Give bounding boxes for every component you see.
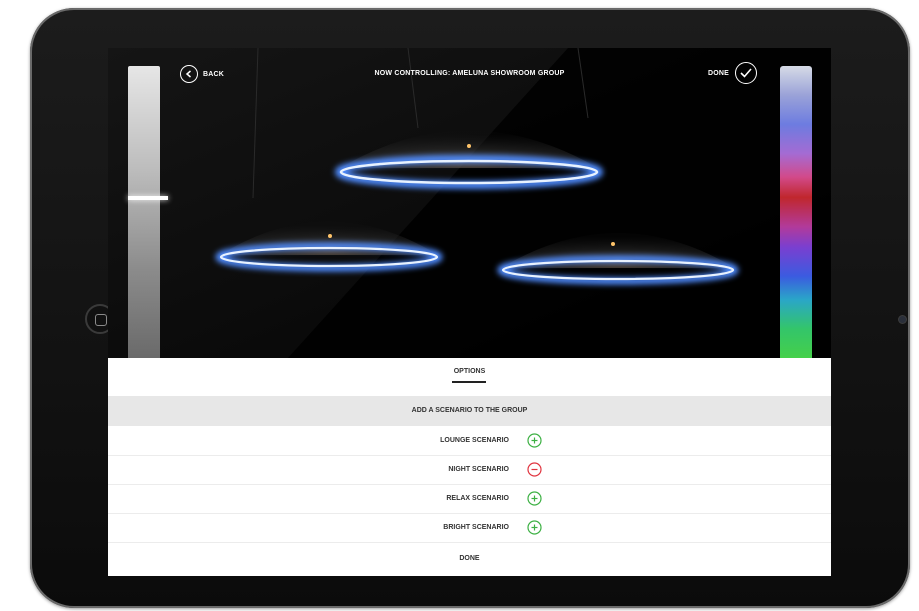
tab-options-label: OPTIONS — [453, 368, 486, 375]
back-button[interactable]: BACK — [180, 64, 224, 84]
tab-options[interactable]: OPTIONS — [108, 358, 831, 390]
done-label: DONE — [708, 69, 730, 77]
add-icon[interactable] — [527, 433, 542, 448]
section-header: ADD A SCENARIO TO THE GROUP — [108, 396, 831, 426]
scenario-row-night[interactable]: NIGHT SCENARIO — [108, 455, 831, 485]
camera-icon — [899, 316, 906, 323]
color-slider[interactable] — [780, 66, 812, 358]
options-panel: OPTIONS ADD A SCENARIO TO THE GROUP LOUN… — [108, 358, 831, 576]
chevron-left-icon — [180, 65, 198, 83]
back-label: BACK — [203, 70, 225, 78]
done-button[interactable]: DONE — [108, 542, 831, 576]
add-icon[interactable] — [527, 491, 542, 506]
scenario-label: BRIGHT SCENARIO — [443, 524, 509, 531]
scenario-label: RELAX SCENARIO — [446, 495, 509, 502]
scenario-label: NIGHT SCENARIO — [448, 466, 509, 473]
checkmark-icon — [735, 62, 758, 84]
app-screen: BACK NOW CONTROLLING: AMELUNA SHOWROOM G… — [108, 48, 831, 576]
tab-underline — [452, 381, 486, 383]
add-icon[interactable] — [527, 520, 542, 535]
remove-icon[interactable] — [527, 462, 542, 477]
scenario-label: LOUNGE SCENARIO — [440, 437, 509, 444]
brightness-slider[interactable] — [128, 66, 168, 358]
done-button-top[interactable]: DONE — [708, 62, 758, 84]
page-title: NOW CONTROLLING: AMELUNA SHOWROOM GROUP — [374, 70, 565, 77]
scenario-row-lounge[interactable]: LOUNGE SCENARIO — [108, 426, 831, 456]
scenario-row-relax[interactable]: RELAX SCENARIO — [108, 484, 831, 514]
home-square-icon — [95, 314, 107, 326]
scenario-row-bright[interactable]: BRIGHT SCENARIO — [108, 513, 831, 543]
top-bar: BACK NOW CONTROLLING: AMELUNA SHOWROOM G… — [108, 48, 831, 100]
brightness-slider-handle[interactable] — [128, 196, 168, 200]
